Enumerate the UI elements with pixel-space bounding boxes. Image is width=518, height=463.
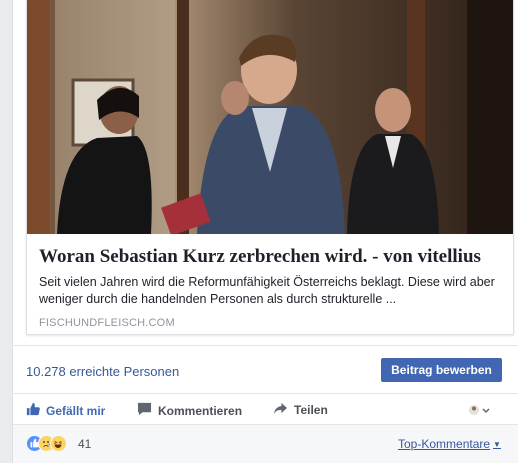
caret-down-icon: ▼ — [493, 439, 501, 449]
reaction-icons[interactable] — [26, 435, 67, 452]
share-button[interactable]: Teilen — [273, 402, 328, 418]
like-icon — [26, 402, 40, 419]
feed-post: Woran Sebastian Kurz zerbrechen wird. - … — [12, 0, 518, 463]
top-comments-label: Top-Kommentare — [398, 437, 491, 451]
reaction-count[interactable]: 41 — [78, 437, 91, 451]
like-label: Gefällt mir — [46, 403, 106, 418]
comment-icon — [137, 402, 152, 419]
reach-count-link[interactable]: 10.278 erreichte Personen — [26, 364, 179, 379]
boost-post-button[interactable]: Beitrag bewerben — [381, 358, 502, 382]
reactions-bar: 41 Top-Kommentare ▼ — [13, 425, 518, 463]
comment-label: Kommentieren — [158, 403, 243, 418]
post-actions: Gefällt mir Kommentieren Teilen — [13, 393, 518, 425]
like-button[interactable]: Gefällt mir — [26, 402, 105, 419]
comment-button[interactable]: Kommentieren — [137, 402, 242, 419]
top-comments-filter[interactable]: Top-Kommentare ▼ — [398, 437, 501, 451]
share-label: Teilen — [294, 403, 328, 417]
link-preview-image[interactable] — [27, 0, 513, 234]
link-preview-card[interactable]: Woran Sebastian Kurz zerbrechen wird. - … — [26, 0, 514, 335]
haha-reaction-icon — [50, 435, 67, 452]
viewer-switch-icon[interactable] — [468, 402, 492, 418]
link-preview-domain: FISCHUNDFLEISCH.COM — [39, 317, 175, 329]
share-icon — [273, 402, 288, 418]
link-preview-description: Seit vielen Jahren wird die Reformunfähi… — [39, 275, 495, 306]
reach-bar: 10.278 erreichte Personen Beitrag bewerb… — [13, 345, 518, 393]
link-preview-title[interactable]: Woran Sebastian Kurz zerbrechen wird. - … — [39, 245, 505, 269]
